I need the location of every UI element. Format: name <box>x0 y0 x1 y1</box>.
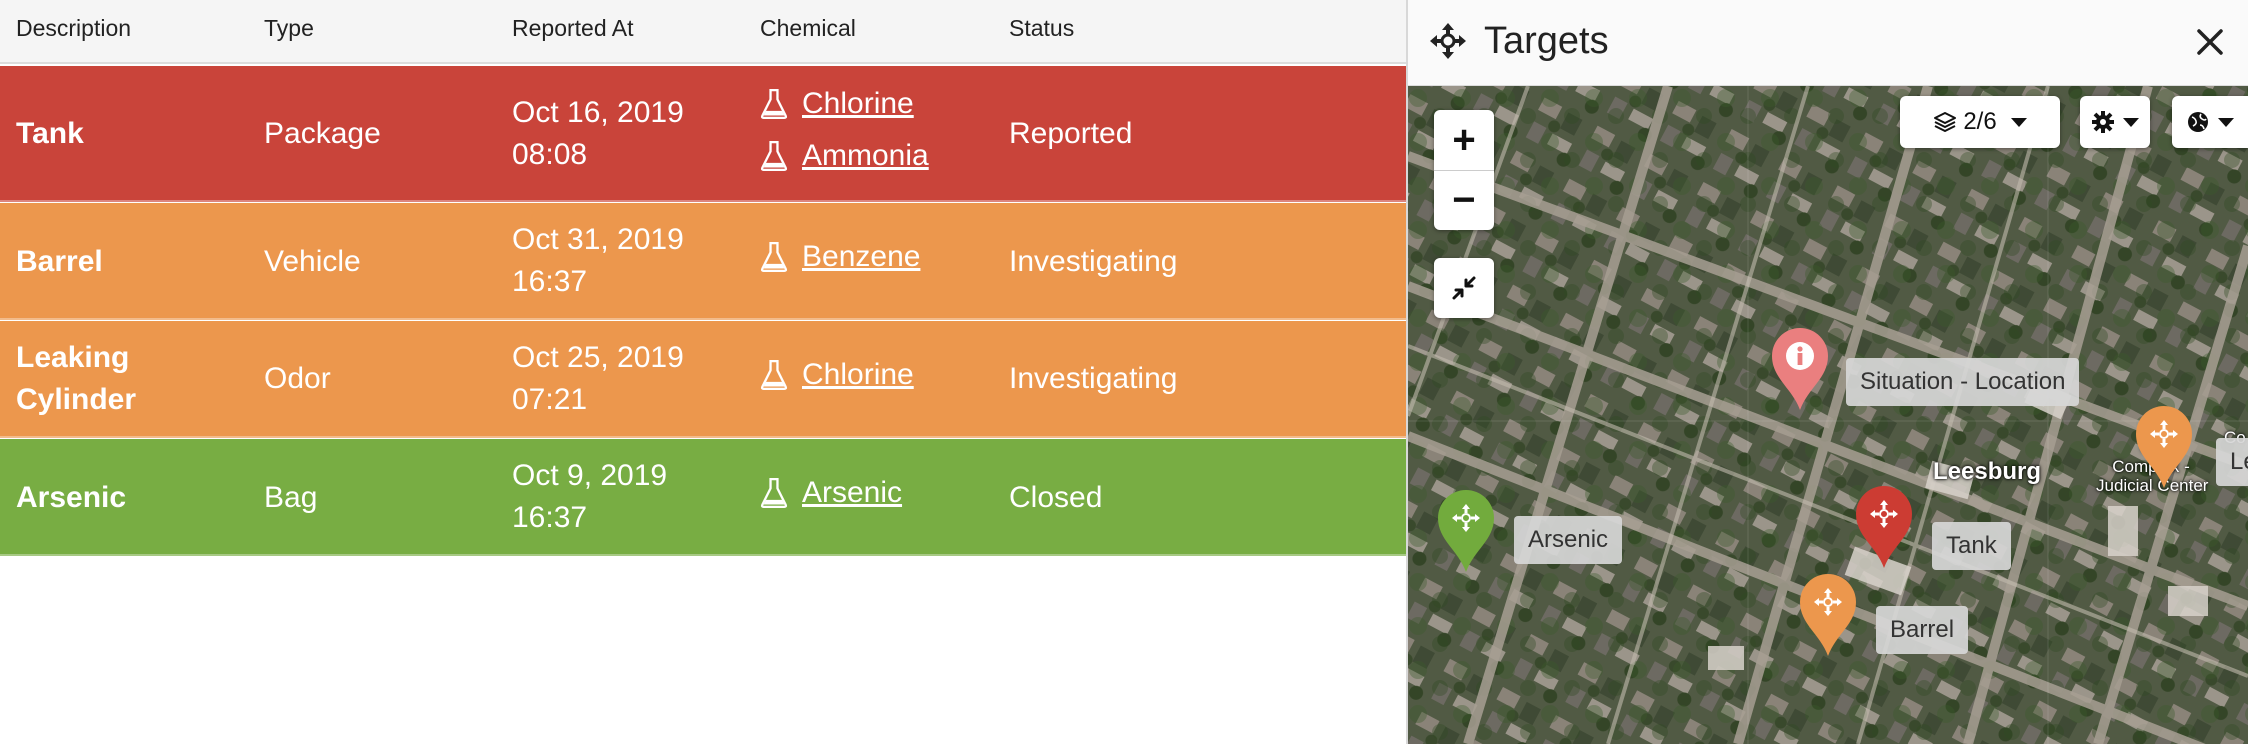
row-reported-at: Oct 16, 2019 08:08 <box>512 92 712 176</box>
barrel-marker[interactable] <box>1798 572 1858 658</box>
row-status: Investigating <box>1009 245 1178 278</box>
flask-icon <box>760 141 788 171</box>
row-reported-at: Oct 25, 2019 07:21 <box>512 337 712 421</box>
flask-icon <box>760 89 788 119</box>
table-header: Description Type Reported At Chemical St… <box>0 0 1406 64</box>
arsenic-marker[interactable] <box>1436 488 1496 574</box>
column-header-reported-at[interactable]: Reported At <box>512 15 633 42</box>
chemical-link-item[interactable]: Chlorine <box>760 354 914 396</box>
flask-icon <box>760 478 788 508</box>
targets-panel: Targets + − 2/6 Leesburg Complex - Judic… <box>1406 0 2248 744</box>
date-text: Oct 25, 2019 <box>512 341 684 374</box>
crosshair-move-icon <box>1430 23 1466 59</box>
row-reported-at: Oct 9, 2019 16:37 <box>512 455 712 539</box>
time-text: 16:37 <box>512 501 588 534</box>
leaking-cylinder-marker[interactable] <box>2134 404 2194 490</box>
marker-label-barrel: Barrel <box>1876 606 1969 654</box>
zoom-controls: + − <box>1434 110 1494 230</box>
row-status: Closed <box>1009 481 1103 514</box>
row-type: Odor <box>264 362 331 395</box>
row-type: Vehicle <box>264 245 361 278</box>
chemical-link[interactable]: Arsenic <box>802 476 902 510</box>
chevron-down-icon <box>2123 117 2139 127</box>
zoom-out-button[interactable]: − <box>1434 170 1494 230</box>
settings-dropdown[interactable] <box>2080 96 2150 148</box>
table-row[interactable]: Tank Package Oct 16, 2019 08:08 Chlorine… <box>0 66 1406 202</box>
chemical-link-item[interactable]: Benzene <box>760 236 920 278</box>
date-text: Oct 31, 2019 <box>512 223 684 256</box>
basemap-dropdown[interactable] <box>2172 96 2248 148</box>
row-type: Bag <box>264 481 318 514</box>
column-header-type[interactable]: Type <box>264 15 314 42</box>
column-header-chemical[interactable]: Chemical <box>760 15 856 42</box>
chevron-down-icon <box>2010 117 2027 127</box>
chemical-link-item[interactable]: Chlorine <box>760 83 914 125</box>
collapse-button[interactable] <box>1434 258 1494 318</box>
chemical-link[interactable]: Ammonia <box>802 139 929 173</box>
time-text: 08:08 <box>512 138 588 171</box>
table-row[interactable]: Leaking Cylinder Odor Oct 25, 2019 07:21… <box>0 321 1406 438</box>
chemical-link[interactable]: Chlorine <box>802 87 914 121</box>
row-description: Arsenic <box>16 481 127 514</box>
flask-icon <box>760 360 788 390</box>
compress-icon <box>1452 276 1476 300</box>
table-row[interactable]: Arsenic Bag Oct 9, 2019 16:37 Arsenic Cl… <box>0 439 1406 556</box>
marker-label-arsenic: Arsenic <box>1514 516 1623 564</box>
layers-count: 2/6 <box>1963 108 1997 135</box>
time-text: 07:21 <box>512 383 588 416</box>
row-description: Tank <box>16 117 84 150</box>
marker-label-tank: Tank <box>1932 522 2011 570</box>
row-reported-at: Oct 31, 2019 16:37 <box>512 219 712 303</box>
row-status: Investigating <box>1009 362 1178 395</box>
panel-title: Targets <box>1484 20 1609 62</box>
date-text: Oct 16, 2019 <box>512 96 684 129</box>
time-text: 16:37 <box>512 265 588 298</box>
description-line: Leaking <box>16 341 130 374</box>
marker-label-partial: Le <box>2216 438 2248 486</box>
incident-table: Description Type Reported At Chemical St… <box>0 0 1406 744</box>
chemical-link[interactable]: Chlorine <box>802 358 914 392</box>
row-type: Package <box>264 117 381 150</box>
chemical-link-item[interactable]: Ammonia <box>760 135 929 177</box>
table-row[interactable]: Barrel Vehicle Oct 31, 2019 16:37 Benzen… <box>0 203 1406 320</box>
zoom-in-button[interactable]: + <box>1434 110 1494 170</box>
layers-icon <box>1934 112 1957 132</box>
globe-icon <box>2188 112 2208 132</box>
place-label: Leesburg <box>1933 458 2042 485</box>
tank-marker[interactable] <box>1854 484 1914 570</box>
date-text: Oct 9, 2019 <box>512 459 668 492</box>
description-line: Cylinder <box>16 383 137 416</box>
gear-icon <box>2092 111 2114 133</box>
situation-marker[interactable] <box>1770 326 1830 412</box>
flask-icon <box>760 242 788 272</box>
row-description: Leaking Cylinder <box>16 337 236 421</box>
chemical-link[interactable]: Benzene <box>802 240 920 274</box>
column-header-description[interactable]: Description <box>16 15 131 42</box>
close-icon[interactable] <box>2190 22 2230 62</box>
row-description: Barrel <box>16 245 103 278</box>
column-header-status[interactable]: Status <box>1009 15 1074 42</box>
marker-label-situation: Situation - Location <box>1846 358 2080 406</box>
row-status: Reported <box>1009 117 1133 150</box>
panel-header: Targets <box>1408 0 2248 86</box>
layers-dropdown[interactable]: 2/6 <box>1900 96 2060 148</box>
chemical-link-item[interactable]: Arsenic <box>760 472 902 514</box>
map-view[interactable]: + − 2/6 Leesburg Complex - Judicial Cent… <box>1408 86 2248 744</box>
chevron-down-icon <box>2218 117 2234 127</box>
info-icon <box>1797 346 1803 365</box>
